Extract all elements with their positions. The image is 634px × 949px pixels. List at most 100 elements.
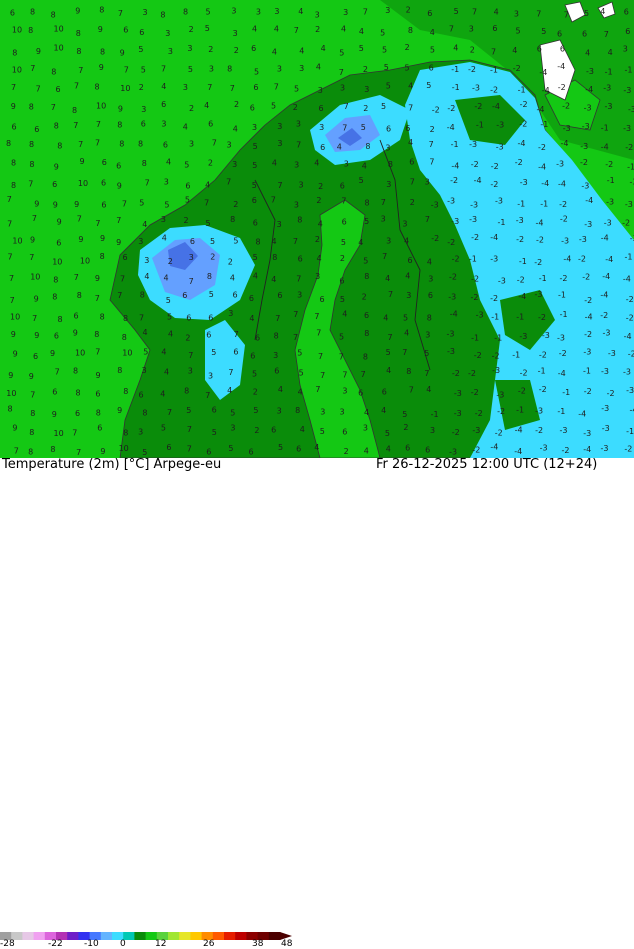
temperature-map: 6889873885333433732657437754610810896632… bbox=[0, 0, 634, 458]
temperature-value: 3 bbox=[294, 201, 299, 210]
temperature-value: -1 bbox=[605, 68, 613, 77]
temperature-value: 4 bbox=[358, 238, 363, 247]
temperature-value: -2 bbox=[519, 120, 527, 129]
temperature-value: -3 bbox=[630, 178, 634, 187]
temperature-value: -3 bbox=[472, 426, 480, 435]
temperature-value: 7 bbox=[278, 181, 283, 190]
temperature-value: -2 bbox=[471, 293, 479, 302]
temperature-value: 3 bbox=[183, 83, 188, 92]
temperature-value: 4 bbox=[204, 101, 209, 110]
temperature-value: -4 bbox=[542, 86, 550, 95]
temperature-value: -2 bbox=[562, 446, 570, 455]
temperature-value: 5 bbox=[166, 296, 171, 305]
temperature-value: 4 bbox=[300, 425, 305, 434]
temperature-value: -2 bbox=[626, 295, 634, 304]
temperature-value: 3 bbox=[363, 423, 368, 432]
temperature-value: 7 bbox=[228, 368, 233, 377]
temperature-value: 5 bbox=[252, 369, 257, 378]
temperature-value: -2 bbox=[584, 296, 592, 305]
temperature-value: 5 bbox=[320, 427, 325, 436]
temperature-value: -3 bbox=[582, 122, 590, 131]
temperature-value: 6 bbox=[405, 124, 410, 133]
temperature-value: 10 bbox=[78, 179, 88, 188]
temperature-value: -2 bbox=[513, 64, 521, 73]
temperature-value: 6 bbox=[74, 312, 79, 321]
temperature-value: 7 bbox=[14, 446, 19, 455]
temperature-value: 6 bbox=[123, 253, 128, 262]
temperature-value: 7 bbox=[296, 141, 301, 150]
temperature-value: 6 bbox=[190, 237, 195, 246]
temperature-value: 3 bbox=[138, 237, 143, 246]
temperature-value: 8 bbox=[28, 447, 33, 456]
temperature-value: 6 bbox=[319, 104, 324, 113]
temperature-value: -3 bbox=[447, 330, 455, 339]
temperature-value: 7 bbox=[187, 425, 192, 434]
temperature-value: -4 bbox=[558, 180, 566, 189]
temperature-value: 2 bbox=[362, 292, 367, 301]
temperature-value: 9 bbox=[8, 371, 13, 380]
temperature-value: 4 bbox=[405, 272, 410, 281]
temperature-value: 5 bbox=[380, 29, 385, 38]
temperature-value: -2 bbox=[452, 255, 460, 264]
temperature-value: -4 bbox=[490, 443, 498, 452]
temperature-value: -3 bbox=[604, 218, 612, 227]
temperature-value: -3 bbox=[542, 331, 550, 340]
temperature-value: 6 bbox=[185, 181, 190, 190]
temperature-value: 5 bbox=[164, 200, 169, 209]
temperature-value: 10 bbox=[10, 313, 20, 322]
scale-segment bbox=[224, 932, 236, 940]
temperature-value: 7 bbox=[318, 352, 323, 361]
temperature-value: 9 bbox=[75, 7, 80, 16]
temperature-value: 3 bbox=[623, 44, 628, 53]
temperature-value: 8 bbox=[76, 47, 81, 56]
temperature-value: 5 bbox=[294, 85, 299, 94]
temperature-value: 5 bbox=[363, 256, 368, 265]
temperature-value: 4 bbox=[227, 386, 232, 395]
temperature-value: 4 bbox=[299, 47, 304, 56]
temperature-value: 2 bbox=[189, 104, 194, 113]
temperature-value: -1 bbox=[583, 366, 591, 375]
temperature-value: 4 bbox=[183, 123, 188, 132]
temperature-value: -3 bbox=[601, 444, 609, 453]
temperature-value: 2 bbox=[315, 235, 320, 244]
temperature-value: 3 bbox=[161, 215, 166, 224]
temperature-value: 6 bbox=[102, 158, 107, 167]
temperature-value: 2 bbox=[340, 254, 345, 263]
temperature-value: 7 bbox=[55, 367, 60, 376]
temperature-value: 9 bbox=[34, 295, 39, 304]
temperature-value: 4 bbox=[142, 220, 147, 229]
temperature-value: 5 bbox=[252, 161, 257, 170]
temperature-value: -2 bbox=[490, 86, 498, 95]
temperature-value: 6 bbox=[582, 29, 587, 38]
map-title: Temperature (2m) [°C] Arpege-eu bbox=[2, 457, 221, 472]
temperature-value: 5 bbox=[361, 123, 366, 132]
temperature-value: 8 bbox=[53, 275, 58, 284]
temperature-value: -2 bbox=[471, 274, 479, 283]
forecast-datetime: Fr 26-12-2025 12:00 UTC (12+24) bbox=[376, 457, 597, 472]
temperature-value: 7 bbox=[51, 103, 56, 112]
temperature-value: -1 bbox=[539, 274, 547, 283]
temperature-value: 3 bbox=[469, 24, 474, 33]
temperature-value: -1 bbox=[625, 252, 633, 261]
temperature-value: 7 bbox=[363, 7, 368, 16]
temperature-value: 6 bbox=[274, 367, 279, 376]
temperature-value: 3 bbox=[227, 141, 232, 150]
temperature-value: 6 bbox=[342, 427, 347, 436]
temperature-value: 6 bbox=[101, 179, 106, 188]
temperature-value: 6 bbox=[298, 255, 303, 264]
temperature-value: 5 bbox=[253, 253, 258, 262]
temperature-value: 7 bbox=[293, 237, 298, 246]
temperature-value: 8 bbox=[29, 140, 34, 149]
temperature-value: 6 bbox=[163, 140, 168, 149]
temperature-value: -3 bbox=[520, 178, 528, 187]
temperature-value: 7 bbox=[11, 83, 16, 92]
temperature-value: 2 bbox=[210, 252, 215, 261]
temperature-value: 8 bbox=[122, 333, 127, 342]
temperature-value: 2 bbox=[185, 333, 190, 342]
temperature-value: -4 bbox=[624, 332, 632, 341]
temperature-value: 4 bbox=[430, 28, 435, 37]
temperature-value: 2 bbox=[184, 216, 189, 225]
temperature-value: 6 bbox=[101, 201, 106, 210]
temperature-value: 6 bbox=[382, 387, 387, 396]
temperature-value: 3 bbox=[297, 291, 302, 300]
